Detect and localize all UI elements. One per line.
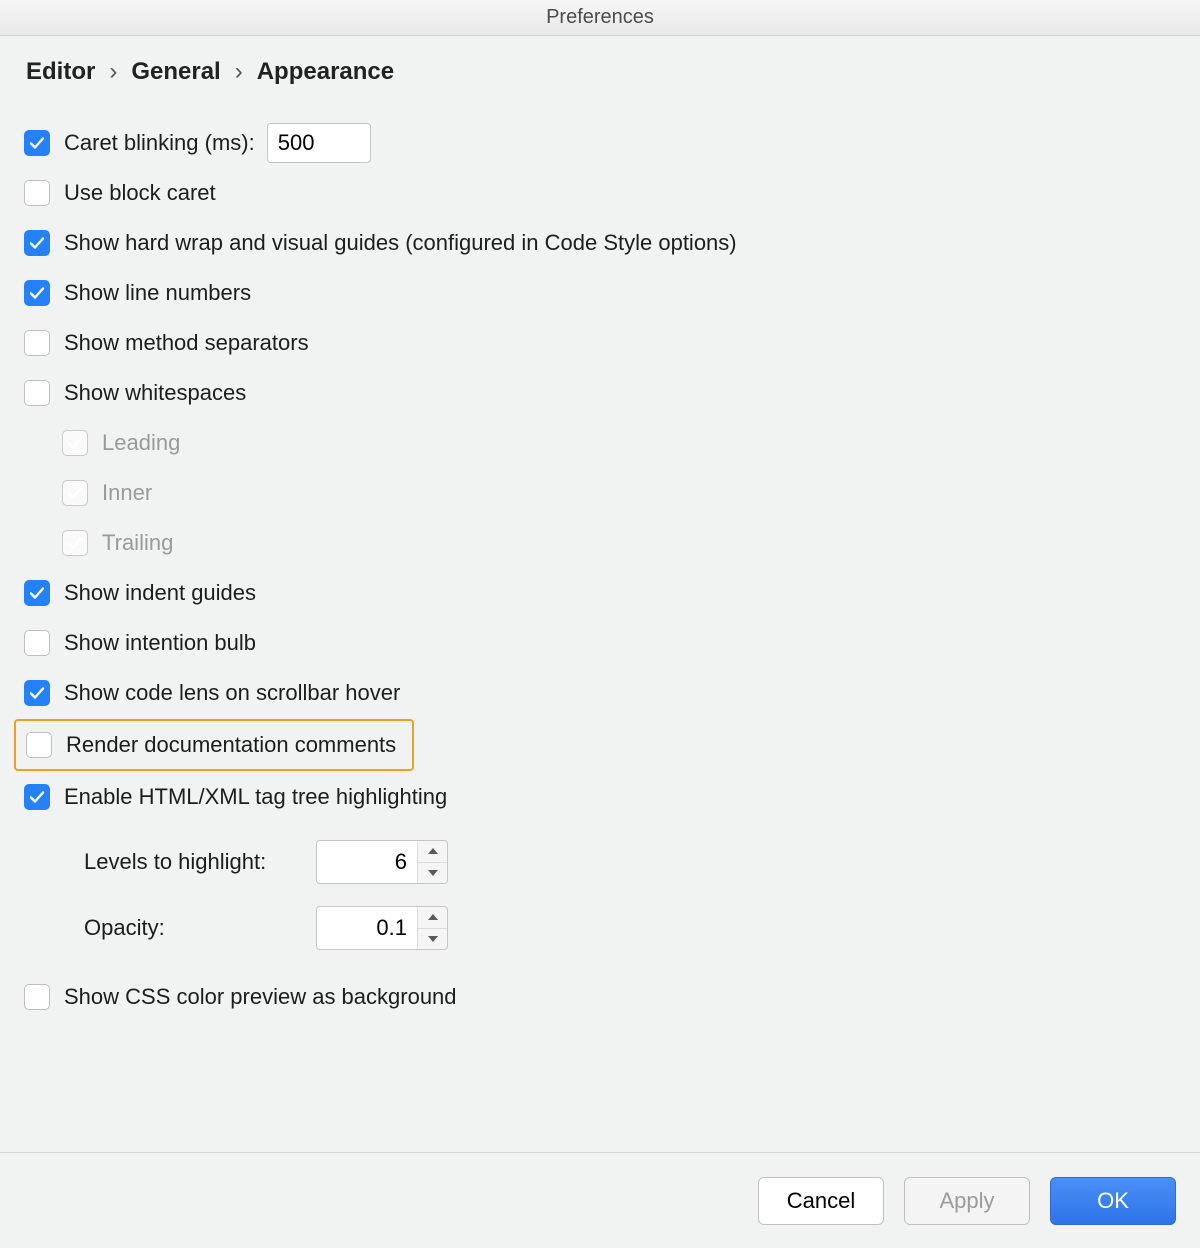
breadcrumb-general[interactable]: General (131, 58, 220, 86)
check-icon (66, 434, 84, 452)
checkbox-show-intention-bulb[interactable] (24, 630, 50, 656)
row-enable-tag-tree: Enable HTML/XML tag tree highlighting (24, 772, 1176, 822)
row-show-code-lens: Show code lens on scrollbar hover (24, 668, 1176, 718)
spinner-buttons (417, 907, 447, 949)
checkbox-show-whitespaces[interactable] (24, 380, 50, 406)
dialog-footer: Cancel Apply OK (0, 1152, 1200, 1248)
check-icon (28, 788, 46, 806)
row-levels-to-highlight: Levels to highlight: (84, 840, 1176, 884)
step-up-button[interactable] (418, 907, 447, 929)
check-icon (28, 584, 46, 602)
window-titlebar: Preferences (0, 0, 1200, 36)
preferences-content: Editor › General › Appearance Caret blin… (0, 36, 1200, 1152)
label-show-css-color-preview: Show CSS color preview as background (64, 984, 457, 1010)
label-show-indent-guides: Show indent guides (64, 580, 256, 606)
row-show-intention-bulb: Show intention bulb (24, 618, 1176, 668)
checkbox-render-doc-comments[interactable] (26, 732, 52, 758)
chevron-right-icon: › (109, 58, 117, 86)
checkbox-show-css-color-preview[interactable] (24, 984, 50, 1010)
ok-button[interactable]: OK (1050, 1177, 1176, 1225)
row-show-hard-wrap: Show hard wrap and visual guides (config… (24, 218, 1176, 268)
triangle-down-icon (427, 869, 439, 877)
cancel-button[interactable]: Cancel (758, 1177, 884, 1225)
checkbox-caret-blinking[interactable] (24, 130, 50, 156)
check-icon (28, 234, 46, 252)
chevron-right-icon: › (235, 58, 243, 86)
tag-tree-sub-settings: Levels to highlight: Opacity: (24, 840, 1176, 950)
label-whitespace-inner: Inner (102, 480, 152, 506)
row-show-line-numbers: Show line numbers (24, 268, 1176, 318)
breadcrumb-editor[interactable]: Editor (26, 58, 95, 86)
check-icon (66, 484, 84, 502)
label-levels-to-highlight: Levels to highlight: (84, 849, 316, 875)
breadcrumb-appearance[interactable]: Appearance (257, 58, 394, 86)
step-down-button[interactable] (418, 929, 447, 950)
row-render-doc-comments: Render documentation comments (24, 718, 1176, 772)
row-use-block-caret: Use block caret (24, 168, 1176, 218)
spinner-buttons (417, 841, 447, 883)
triangle-up-icon (427, 847, 439, 855)
spinner-levels-to-highlight (316, 840, 448, 884)
label-opacity: Opacity: (84, 915, 316, 941)
label-show-hard-wrap: Show hard wrap and visual guides (config… (64, 230, 737, 256)
spinner-opacity (316, 906, 448, 950)
row-caret-blinking: Caret blinking (ms): (24, 118, 1176, 168)
label-whitespace-leading: Leading (102, 430, 180, 456)
checkbox-whitespace-leading (62, 430, 88, 456)
input-caret-blinking-ms[interactable] (267, 123, 371, 163)
label-show-line-numbers: Show line numbers (64, 280, 251, 306)
row-show-whitespaces: Show whitespaces (24, 368, 1176, 418)
row-opacity: Opacity: (84, 906, 1176, 950)
row-show-method-separators: Show method separators (24, 318, 1176, 368)
label-show-whitespaces: Show whitespaces (64, 380, 246, 406)
checkbox-show-method-separators[interactable] (24, 330, 50, 356)
checkbox-show-code-lens[interactable] (24, 680, 50, 706)
triangle-down-icon (427, 935, 439, 943)
row-show-indent-guides: Show indent guides (24, 568, 1176, 618)
row-whitespace-inner: Inner (24, 468, 1176, 518)
step-up-button[interactable] (418, 841, 447, 863)
row-show-css-color-preview: Show CSS color preview as background (24, 972, 1176, 1022)
checkbox-show-indent-guides[interactable] (24, 580, 50, 606)
step-down-button[interactable] (418, 863, 447, 884)
checkbox-show-hard-wrap[interactable] (24, 230, 50, 256)
row-whitespace-trailing: Trailing (24, 518, 1176, 568)
triangle-up-icon (427, 913, 439, 921)
window-title: Preferences (546, 6, 654, 29)
label-render-doc-comments: Render documentation comments (66, 732, 396, 758)
label-enable-tag-tree: Enable HTML/XML tag tree highlighting (64, 784, 447, 810)
input-opacity[interactable] (317, 907, 417, 949)
checkbox-show-line-numbers[interactable] (24, 280, 50, 306)
label-show-code-lens: Show code lens on scrollbar hover (64, 680, 400, 706)
input-levels-to-highlight[interactable] (317, 841, 417, 883)
check-icon (28, 284, 46, 302)
label-use-block-caret: Use block caret (64, 180, 216, 206)
apply-button[interactable]: Apply (904, 1177, 1030, 1225)
checkbox-use-block-caret[interactable] (24, 180, 50, 206)
label-whitespace-trailing: Trailing (102, 530, 173, 556)
check-icon (28, 134, 46, 152)
checkbox-whitespace-trailing (62, 530, 88, 556)
label-show-intention-bulb: Show intention bulb (64, 630, 256, 656)
label-show-method-separators: Show method separators (64, 330, 309, 356)
label-caret-blinking: Caret blinking (ms): (64, 130, 255, 156)
checkbox-enable-tag-tree[interactable] (24, 784, 50, 810)
breadcrumb: Editor › General › Appearance (26, 58, 1176, 86)
check-icon (28, 684, 46, 702)
row-whitespace-leading: Leading (24, 418, 1176, 468)
check-icon (66, 534, 84, 552)
checkbox-whitespace-inner (62, 480, 88, 506)
search-highlight: Render documentation comments (14, 719, 414, 771)
